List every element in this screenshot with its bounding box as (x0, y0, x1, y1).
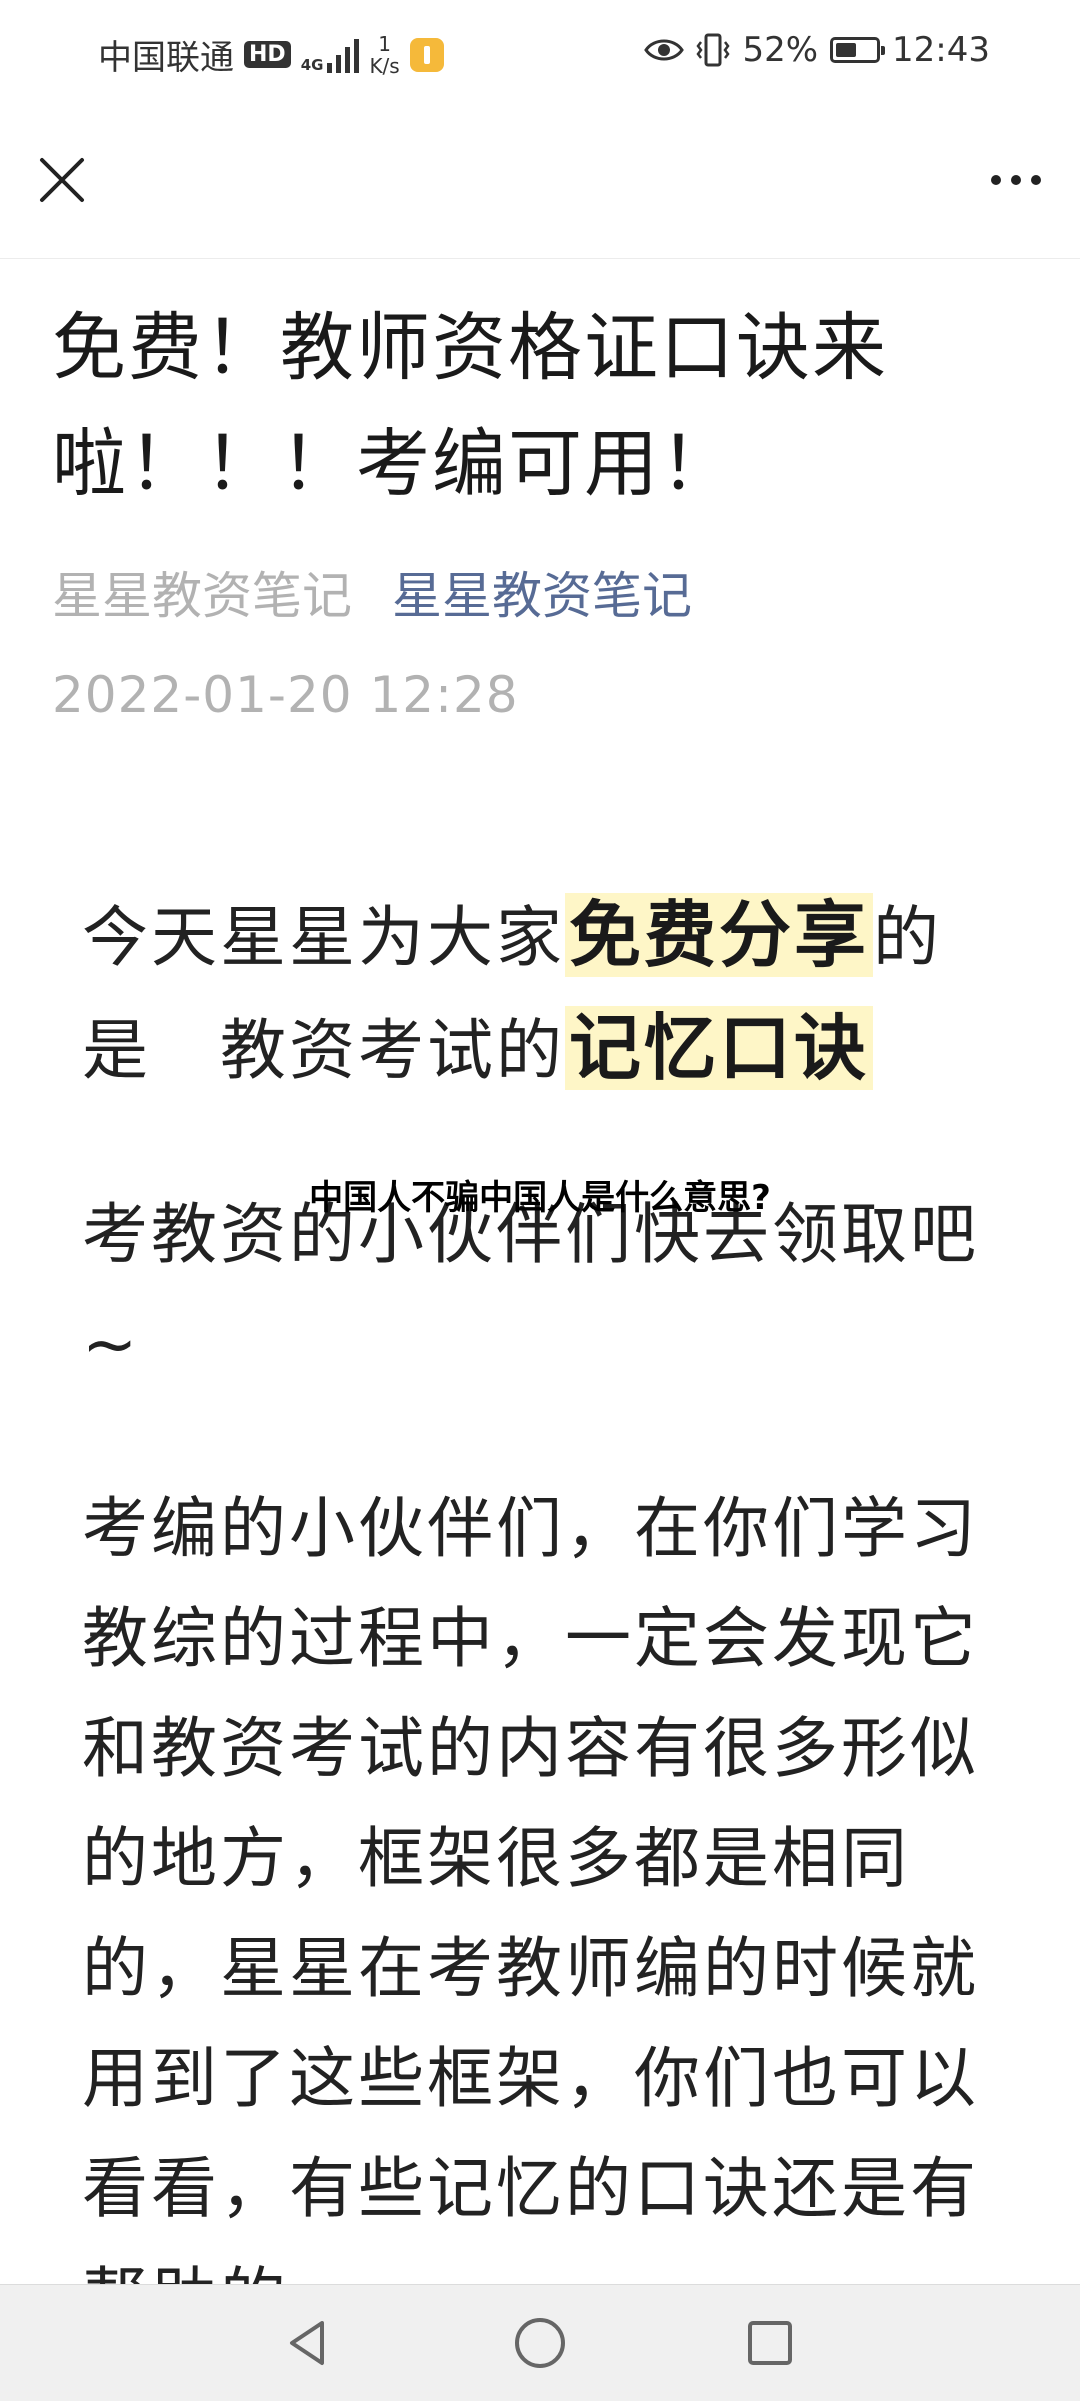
back-button[interactable] (278, 2313, 338, 2373)
recent-apps-button[interactable] (740, 2313, 800, 2373)
vibrate-icon (696, 33, 730, 67)
article-title: 免费！教师资格证口诀来啦！！！考编可用！ (52, 305, 888, 507)
more-icon (1031, 175, 1041, 185)
home-circle-icon (515, 2318, 565, 2368)
intro-text-a: 今天星星为大家 (82, 899, 565, 976)
speed-value: 1 (378, 31, 391, 56)
clock: 12:43 (892, 30, 990, 70)
back-triangle-icon (290, 2321, 324, 2365)
network-speed: 1 K/s (369, 33, 399, 77)
hd-badge: HD (244, 41, 291, 68)
highlight-memory-tips: 记忆口诀 (565, 1006, 874, 1090)
highlight-free-share: 免费分享 (565, 893, 874, 977)
top-nav (0, 104, 1080, 259)
paragraph-intro: 今天星星为大家免费分享的是 教资考试的记忆口诀 (82, 880, 998, 1106)
status-bar: 中国联通 HD 4G 1 K/s 52% 12:43 (0, 0, 1080, 104)
system-nav-bar (0, 2284, 1080, 2401)
status-right: 52% 12:43 (644, 30, 990, 70)
battery-percent: 52% (742, 30, 819, 70)
carrier-name: 中国联通 (98, 38, 234, 78)
account-link[interactable]: 星星教资笔记 (392, 556, 692, 628)
close-button[interactable] (30, 148, 94, 212)
overlay-question: 中国人不骗中国人是什么意思? (309, 1178, 771, 1218)
publish-date: 2022-01-20 12:28 (52, 666, 519, 724)
status-left: 中国联通 HD 4G 1 K/s (98, 30, 444, 79)
paragraph-body: 考编的小伙伴们，在你们学习教综的过程中，一定会发现它和教资考试的内容有很多形似的… (82, 1490, 979, 2337)
close-icon (40, 158, 84, 202)
author-name: 星星教资笔记 (52, 567, 352, 625)
home-button[interactable] (510, 2313, 570, 2373)
speed-unit: K/s (369, 53, 400, 78)
article-meta: 星星教资笔记 星星教资笔记 (52, 556, 692, 628)
network-type: 4G (300, 55, 324, 74)
recent-square-icon (748, 2321, 792, 2365)
more-icon (991, 175, 1001, 185)
battery-icon (830, 37, 886, 63)
more-button[interactable] (976, 150, 1056, 210)
more-icon (1011, 175, 1021, 185)
eye-icon (644, 39, 685, 61)
signal-icon: 4G (301, 37, 360, 73)
notification-app-icon (409, 37, 444, 72)
